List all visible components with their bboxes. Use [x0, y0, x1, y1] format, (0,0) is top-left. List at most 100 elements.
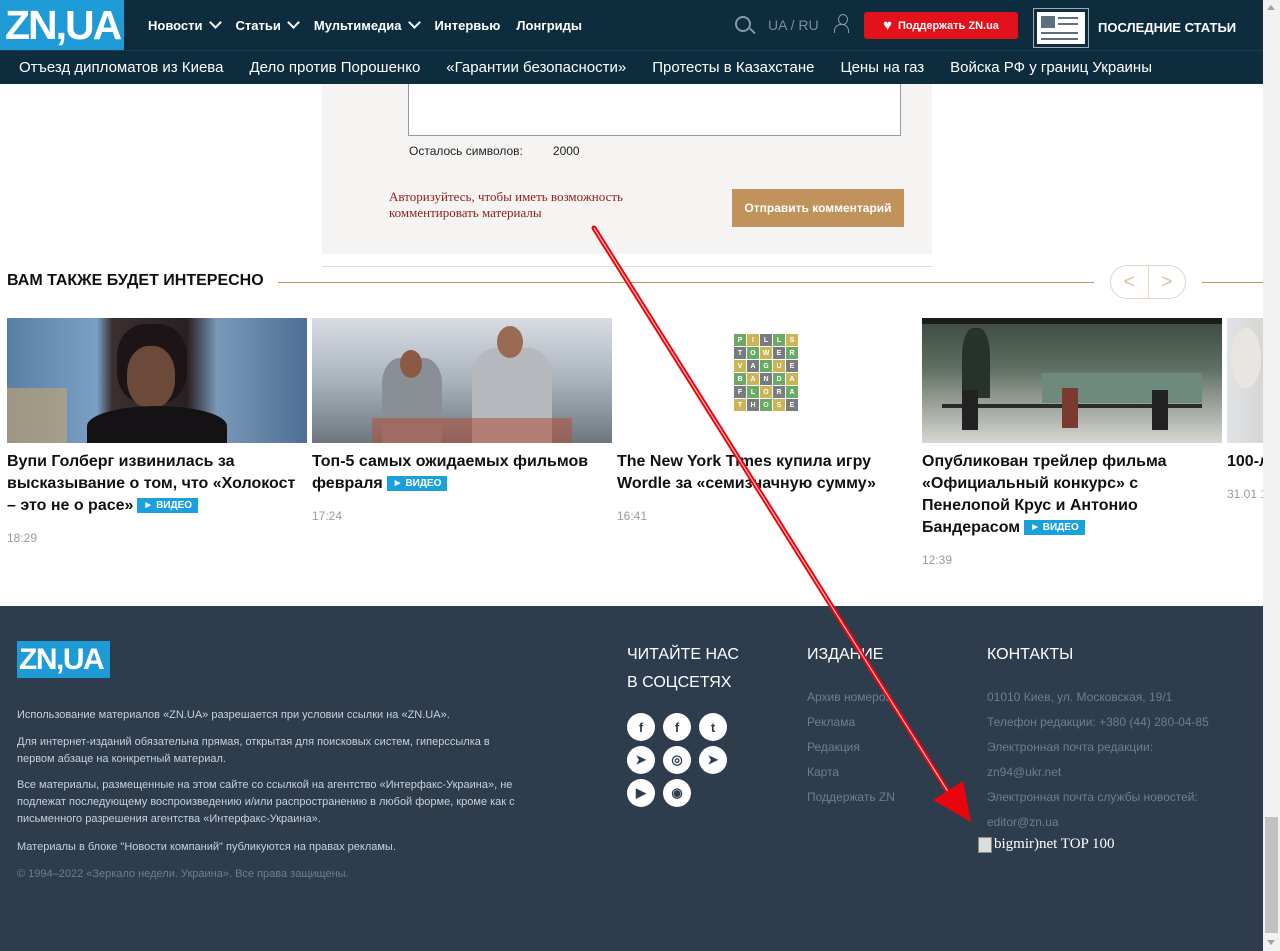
wordle-tile: S — [773, 399, 785, 411]
scroll-down-icon[interactable] — [1267, 940, 1275, 945]
footer-link[interactable]: Карта — [807, 760, 895, 785]
scroll-up-icon[interactable] — [1267, 5, 1275, 10]
wordle-tile: D — [773, 373, 785, 385]
scrollbar[interactable] — [1263, 0, 1280, 951]
wordle-tile: L — [773, 334, 785, 346]
divider — [322, 266, 932, 267]
wordle-grid: PILLSTOWERVAGUEBANDAFLORATHOSE — [734, 334, 800, 412]
footer-link[interactable]: Архив номеров — [807, 685, 895, 710]
wordle-tile: H — [747, 399, 759, 411]
contact-phone: Телефон редакции: +380 (44) 280-04-85 — [987, 715, 1209, 729]
footer-text: Использование материалов «ZN.UA» разреша… — [17, 709, 450, 721]
chars-remaining: Осталось символов: 2000 — [409, 144, 580, 158]
divider — [1202, 282, 1263, 283]
carousel-next-button[interactable]: > — [1149, 266, 1186, 298]
auth-notice[interactable]: Авторизуйтесь, чтобы иметь возможность к… — [389, 189, 679, 221]
latest-articles-link[interactable]: ПОСЛЕДНИЕ СТАТЬИ — [1098, 20, 1236, 35]
wordle-row: FLORA — [734, 386, 800, 398]
footer-link[interactable]: Редакция — [807, 735, 895, 760]
topic-link[interactable]: «Гарантии безопасности» — [446, 59, 626, 76]
contact-label: Электронная почта службы новостей: — [987, 790, 1198, 804]
wordle-tile: R — [773, 386, 785, 398]
user-icon[interactable] — [834, 14, 850, 34]
chars-label: Осталось символов: — [409, 144, 523, 158]
wordle-tile: I — [747, 334, 759, 346]
footer-logo[interactable]: ZN,UA — [17, 641, 110, 678]
video-badge: ► ВИДЕО — [386, 476, 448, 492]
footer-text: Все материалы, размещенные на этом сайте… — [17, 779, 515, 825]
contacts-title: КОНТАКТЫ — [987, 646, 1074, 663]
topic-link[interactable]: Протесты в Казахстане — [652, 59, 814, 76]
language-switch[interactable]: UA / RU — [768, 17, 819, 33]
article-card[interactable]: 100-летняя карт выст лучш► ВИДЕО 31.01 1 — [1227, 318, 1263, 501]
topic-link[interactable]: Дело против Порошенко — [249, 59, 420, 76]
wordle-tile: P — [734, 334, 746, 346]
wordle-tile: E — [773, 347, 785, 359]
support-button[interactable]: ♥ Поддержать ZN.ua — [864, 12, 1018, 39]
article-title[interactable]: Вупи Голберг извинилась за высказывание … — [7, 451, 307, 517]
nav-item-interview[interactable]: Интервью — [435, 18, 501, 33]
telegram-icon[interactable]: ➤ — [627, 746, 655, 774]
nav-item-news[interactable]: Новости — [148, 16, 222, 33]
footer-link[interactable]: Реклама — [807, 710, 895, 735]
wordle-tile: A — [786, 373, 798, 385]
article-thumbnail[interactable] — [312, 318, 612, 443]
article-card[interactable]: Топ-5 самых ожидаемых фильмов февраля ► В… — [312, 318, 612, 523]
contact-address: 01010 Киев, ул. Московская, 19/1 — [987, 690, 1173, 704]
contact-email[interactable]: editor@zn.ua — [987, 810, 1209, 835]
article-title[interactable]: Опубликован трейлер фильма «Официальный … — [922, 451, 1222, 539]
carousel-prev-button[interactable]: < — [1111, 266, 1149, 298]
edition-title: ИЗДАНИЕ — [807, 646, 884, 663]
telegram-icon[interactable]: ➤ — [699, 746, 727, 774]
facebook-icon[interactable]: f — [663, 713, 691, 741]
article-title[interactable]: 100-летняя карт выст лучш► ВИДЕО — [1227, 451, 1263, 473]
instagram-icon[interactable]: ◎ — [663, 746, 691, 774]
article-thumbnail[interactable] — [1227, 318, 1263, 443]
rss-icon[interactable]: ◉ — [663, 779, 691, 807]
search-icon[interactable] — [735, 16, 751, 32]
nav-item-multimedia[interactable]: Мультимедиа — [313, 16, 421, 33]
site-footer: ZN,UA Использование материалов «ZN.UA» р… — [0, 606, 1263, 951]
wordle-tile: L — [760, 334, 772, 346]
nav-label: Статьи — [235, 17, 281, 33]
newspaper-icon[interactable] — [1033, 8, 1089, 48]
social-title: В СОЦСЕТЯХ — [627, 674, 732, 691]
social-title: ЧИТАЙТЕ НАС — [627, 646, 739, 663]
topic-link[interactable]: Отъезд дипломатов из Киева — [19, 59, 223, 76]
chevron-down-icon — [208, 16, 222, 29]
bigmir-counter[interactable]: bigmir)net TOP 100 — [978, 836, 1115, 853]
nav-label: Интервью — [434, 17, 501, 33]
article-thumbnail[interactable]: PILLSTOWERVAGUEBANDAFLORATHOSE — [617, 318, 917, 443]
article-card[interactable]: Вупи Голберг извинилась за высказывание … — [7, 318, 307, 545]
video-badge: ► ВИДЕО — [137, 498, 199, 514]
contacts-list: 01010 Киев, ул. Московская, 19/1 Телефон… — [987, 685, 1209, 835]
topic-link[interactable]: Войска РФ у границ Украины — [950, 59, 1152, 76]
article-card[interactable]: PILLSTOWERVAGUEBANDAFLORATHOSE The New Y… — [617, 318, 917, 523]
wordle-tile: E — [786, 360, 798, 372]
contact-label: Электронная почта редакции: — [987, 740, 1154, 754]
topic-link[interactable]: Цены на газ — [840, 59, 924, 76]
twitter-icon[interactable]: t — [699, 713, 727, 741]
article-title[interactable]: Топ-5 самых ожидаемых фильмов февраля ► В… — [312, 451, 612, 495]
contact-email[interactable]: zn94@ukr.net — [987, 760, 1209, 785]
chevron-down-icon — [407, 16, 421, 29]
nav-item-longreads[interactable]: Лонгриды — [516, 18, 582, 33]
article-title[interactable]: The New York Times купила игру Wordle за… — [617, 451, 917, 495]
scrollbar-thumb[interactable] — [1265, 817, 1278, 933]
nav-label: Мультимедиа — [313, 17, 402, 33]
video-badge: ► ВИДЕО — [1024, 520, 1085, 536]
comment-textarea[interactable] — [408, 84, 901, 136]
article-thumbnail[interactable] — [7, 318, 307, 443]
footer-link[interactable]: Поддержать ZN — [807, 785, 895, 810]
wordle-tile: T — [734, 399, 746, 411]
youtube-icon[interactable]: ▶ — [627, 779, 655, 807]
send-comment-button[interactable]: Отправить комментарий — [732, 189, 904, 227]
nav-item-articles[interactable]: Статьи — [235, 16, 300, 33]
article-thumbnail[interactable] — [922, 318, 1222, 443]
article-card[interactable]: Опубликован трейлер фильма «Официальный … — [922, 318, 1222, 567]
wordle-tile: N — [760, 373, 772, 385]
site-logo[interactable]: ZN,UA — [0, 0, 124, 50]
article-title-text: 100-летняя карт выст лучш — [1227, 453, 1263, 470]
facebook-icon[interactable]: f — [627, 713, 655, 741]
wordle-tile: V — [734, 360, 746, 372]
